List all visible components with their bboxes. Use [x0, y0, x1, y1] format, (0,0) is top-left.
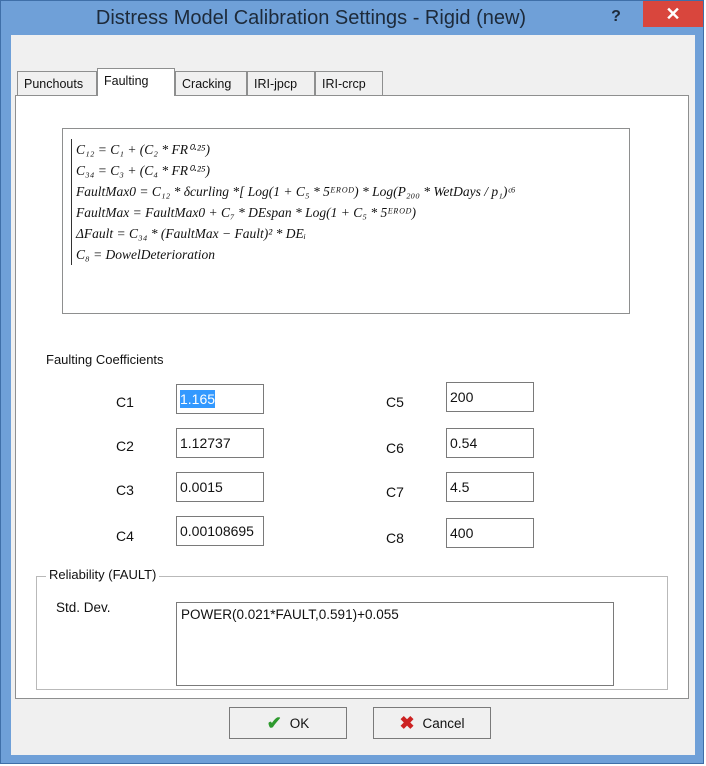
std-dev-label: Std. Dev. [56, 600, 111, 615]
formula-line: C₈ = DowelDeterioration [76, 247, 216, 262]
coef-label-c6: C6 [386, 440, 404, 456]
tab-cracking[interactable]: Cracking [175, 71, 247, 95]
close-button[interactable]: ✕ [643, 1, 703, 27]
coef-field-c8[interactable]: 400 [446, 518, 534, 548]
faulting-coefficients-label: Faulting Coefficients [46, 352, 164, 367]
x-icon: ✖ [399, 712, 415, 733]
formula-line: ΔFault = C₃₄ * (FaultMax − Fault)² * DEᵢ [76, 226, 306, 241]
coef-label-c3: C3 [116, 482, 134, 498]
coef-label-c8: C8 [386, 530, 404, 546]
reliability-group-title: Reliability (FAULT) [46, 567, 160, 582]
title-bar[interactable]: Distress Model Calibration Settings - Ri… [1, 1, 703, 35]
faulting-formula-box: C₁₂ = C₁ + (C₂ * FR⁰·²⁵) C₃₄ = C₃ + (C₄ … [62, 128, 630, 314]
coef-field-c2[interactable]: 1.12737 [176, 428, 264, 458]
coef-label-c5: C5 [386, 394, 404, 410]
dialog-window: Distress Model Calibration Settings - Ri… [0, 0, 704, 764]
window-title: Distress Model Calibration Settings - Ri… [95, 7, 527, 29]
ok-button-label: OK [289, 715, 310, 731]
coef-field-c1[interactable]: 1.165 [176, 384, 264, 414]
help-button[interactable]: ? [603, 6, 629, 28]
coef-field-c7[interactable]: 4.5 [446, 472, 534, 502]
checkmark-icon: ✔ [266, 712, 282, 733]
formula-line: C₃₄ = C₃ + (C₄ * FR⁰·²⁵) [76, 163, 211, 178]
coef-field-c4[interactable]: 0.00108695 [176, 516, 264, 546]
std-dev-textarea[interactable]: POWER(0.021*FAULT,0.591)+0.055 [176, 602, 614, 686]
cancel-button[interactable]: ✖ Cancel [373, 707, 491, 739]
tab-iri-jpcp[interactable]: IRI-jpcp [247, 71, 315, 95]
formula-line: FaultMax = FaultMax0 + C₇ * DEspan * Log… [76, 205, 416, 220]
dialog-client-area: Punchouts Faulting Cracking IRI-jpcp IRI… [11, 35, 695, 755]
coef-label-c4: C4 [116, 528, 134, 544]
formula-lines: C₁₂ = C₁ + (C₂ * FR⁰·²⁵) C₃₄ = C₃ + (C₄ … [71, 139, 621, 265]
tab-iri-crcp[interactable]: IRI-crcp [315, 71, 383, 95]
coef-label-c7: C7 [386, 484, 404, 500]
tab-faulting[interactable]: Faulting [97, 68, 175, 96]
selected-text: 1.165 [180, 390, 216, 408]
formula-line: C₁₂ = C₁ + (C₂ * FR⁰·²⁵) [76, 142, 211, 157]
tab-punchouts[interactable]: Punchouts [17, 71, 97, 95]
faulting-tab-panel: C₁₂ = C₁ + (C₂ * FR⁰·²⁵) C₃₄ = C₃ + (C₄ … [15, 95, 689, 699]
cancel-button-label: Cancel [422, 715, 465, 731]
coef-label-c2: C2 [116, 438, 134, 454]
coef-field-c3[interactable]: 0.0015 [176, 472, 264, 502]
coef-field-c5[interactable]: 200 [446, 382, 534, 412]
coef-field-c6[interactable]: 0.54 [446, 428, 534, 458]
ok-button[interactable]: ✔ OK [229, 707, 347, 739]
coef-label-c1: C1 [116, 394, 134, 410]
formula-line: FaultMax0 = C₁₂ * δcurling *[ Log(1 + C₅… [76, 184, 516, 199]
